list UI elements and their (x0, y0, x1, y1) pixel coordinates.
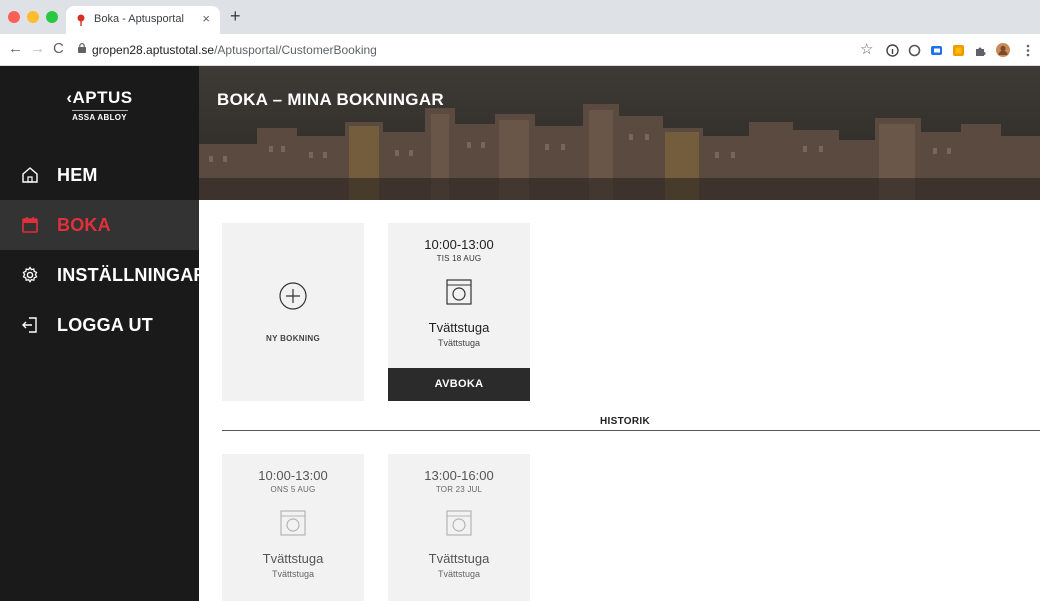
history-time: 13:00-16:00 (424, 468, 494, 483)
history-date: TOR 23 JUL (435, 485, 483, 494)
tab-title: Boka - Aptusportal (94, 13, 184, 25)
sidebar-item-installningar[interactable]: INSTÄLLNINGAR (0, 250, 206, 300)
url-host: gropen28.aptustotal.se (92, 43, 215, 57)
back-button[interactable]: ← (8, 40, 23, 57)
history-card: 13:00-16:00 TOR 23 JUL Tvättstuga Tvätts… (388, 454, 530, 601)
gear-icon (22, 266, 38, 283)
page-title: BOKA – MINA BOKNINGAR (217, 90, 444, 109)
history-time: 10:00-13:00 (258, 468, 328, 483)
home-icon (22, 167, 38, 183)
sidebar-item-label: HEM (57, 165, 98, 185)
extension-orange-icon[interactable] (952, 44, 965, 57)
history-heading: HISTORIK (600, 416, 650, 427)
forward-button[interactable]: → (30, 40, 45, 57)
pin-favicon-icon (77, 14, 85, 26)
logo-main-text: ‹APTUS (66, 88, 133, 107)
aptus-logo[interactable]: ‹APTUS ASSA ABLOY (0, 88, 199, 122)
new-booking-card[interactable]: NY BOKNING (222, 223, 364, 401)
sidebar-item-label: BOKA (57, 215, 111, 235)
extension-blue-icon[interactable] (930, 44, 943, 57)
sidebar: ‹APTUS ASSA ABLOY HEM BOKA INSTÄLLNINGAR (0, 66, 206, 601)
new-tab-button[interactable]: + (230, 6, 241, 27)
sidebar-item-label: LOGGA UT (57, 315, 153, 335)
browser-tab-bar: Boka - Aptusportal × + (0, 0, 1040, 34)
reload-button[interactable]: C (53, 40, 64, 57)
history-date: ONS 5 AUG (270, 485, 316, 494)
booking-time: 10:00-13:00 (424, 237, 494, 252)
url-text: gropen28.aptustotal.se/Aptusportal/Custo… (92, 43, 377, 57)
history-place: Tvättstuga (262, 551, 324, 566)
browser-toolbar: ← → C gropen28.aptustotal.se/Aptusportal… (0, 34, 1040, 66)
city-skyline-image (199, 66, 1040, 200)
tab-close-icon[interactable]: × (202, 11, 210, 26)
washing-machine-icon (280, 510, 306, 536)
profile-avatar-icon[interactable] (996, 43, 1010, 57)
bookmark-star-icon[interactable]: ☆ (860, 40, 873, 58)
logo-sub-text: ASSA ABLOY (72, 113, 127, 122)
sidebar-item-logga-ut[interactable]: LOGGA UT (0, 300, 199, 350)
plus-circle-icon (279, 282, 307, 310)
sidebar-item-label: INSTÄLLNINGAR (57, 265, 207, 285)
browser-menu-icon[interactable] (1026, 44, 1030, 57)
header-banner: BOKA – MINA BOKNINGAR (199, 66, 1040, 200)
sidebar-item-boka[interactable]: BOKA (0, 200, 199, 250)
history-place: Tvättstuga (428, 551, 490, 566)
booking-place: Tvättstuga (428, 320, 490, 335)
washing-machine-icon (446, 279, 472, 305)
extension-info-icon[interactable] (886, 44, 899, 57)
url-path: /Aptusportal/CustomerBooking (214, 43, 377, 57)
browser-tab[interactable]: Boka - Aptusportal × (66, 6, 220, 34)
cancel-booking-button[interactable]: AVBOKA (388, 368, 530, 401)
booking-date: TIS 18 AUG (436, 254, 482, 263)
puzzle-icon[interactable] (974, 44, 987, 57)
sidebar-item-hem[interactable]: HEM (0, 150, 199, 200)
calendar-icon (22, 217, 38, 233)
history-subplace: Tvättstuga (271, 569, 315, 579)
booking-subplace: Tvättstuga (437, 338, 481, 348)
lock-icon (78, 43, 86, 53)
logout-icon (22, 317, 37, 333)
booking-card: 10:00-13:00 TIS 18 AUG Tvättstuga Tvätts… (388, 223, 530, 401)
logo-divider (71, 110, 128, 111)
new-booking-label: NY BOKNING (266, 334, 320, 343)
extension-circle-icon[interactable] (908, 44, 921, 57)
history-divider (222, 430, 1040, 431)
history-card: 10:00-13:00 ONS 5 AUG Tvättstuga Tvättst… (222, 454, 364, 601)
window-close-button[interactable] (8, 11, 20, 23)
address-bar[interactable]: gropen28.aptustotal.se/Aptusportal/Custo… (72, 38, 872, 62)
window-minimize-button[interactable] (27, 11, 39, 23)
history-subplace: Tvättstuga (437, 569, 481, 579)
washing-machine-icon (446, 510, 472, 536)
window-zoom-button[interactable] (46, 11, 58, 23)
